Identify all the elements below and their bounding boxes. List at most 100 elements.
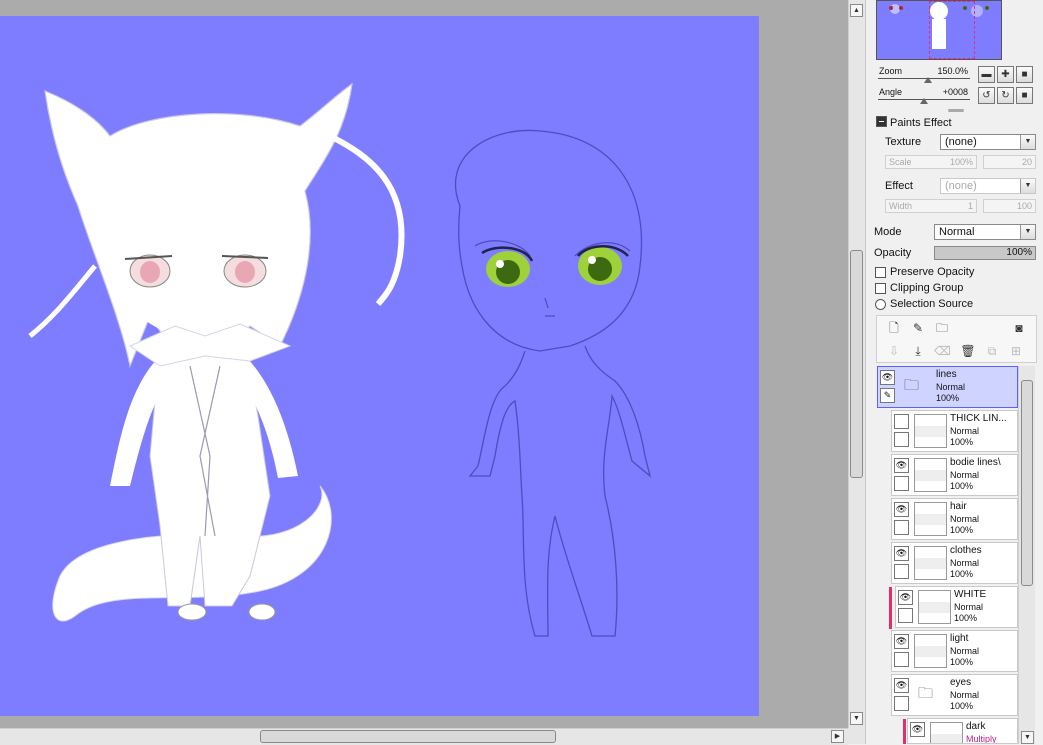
layer-thumbnail xyxy=(918,590,951,624)
lock-toggle[interactable] xyxy=(894,564,909,579)
width-field: Width 1 xyxy=(885,199,977,213)
texture-select-value: (none) xyxy=(945,136,977,148)
scale-label: Scale xyxy=(889,157,912,167)
zoom-slider-knob[interactable] xyxy=(924,77,932,83)
layer-opacity: 100% xyxy=(954,613,978,623)
folder-icon: 🗀 xyxy=(918,685,934,702)
layer-mode: Normal xyxy=(954,602,984,612)
layer-thumbnail xyxy=(914,634,947,668)
pen-edit-icon[interactable]: ✎ xyxy=(880,388,895,403)
canvas-workspace[interactable] xyxy=(0,0,848,728)
panel-grip[interactable] xyxy=(948,109,964,112)
layer-list-scrollbar[interactable]: ▼ xyxy=(1018,366,1035,744)
horizontal-scroll-thumb[interactable] xyxy=(260,730,556,743)
delete-layer-icon[interactable]: 🗑 xyxy=(960,343,976,359)
lock-toggle[interactable] xyxy=(894,520,909,535)
scroll-up-arrow-icon[interactable]: ▲ xyxy=(850,4,863,17)
new-layer-icon[interactable]: 🗋 xyxy=(886,320,902,336)
canvas-vertical-scrollbar[interactable]: ▲ ▼ xyxy=(848,0,865,728)
clipping-group-checkbox[interactable] xyxy=(875,283,886,294)
paints-effect-header[interactable]: Paints Effect xyxy=(876,116,952,129)
rotate-right-icon[interactable]: ↻ xyxy=(997,87,1014,104)
eye-icon[interactable]: 👁 xyxy=(894,678,909,693)
merge-down-icon[interactable]: ⤓ xyxy=(910,343,926,359)
layer-name: dark xyxy=(966,721,986,732)
vertical-scroll-thumb[interactable] xyxy=(850,250,863,478)
scroll-down-arrow-icon[interactable]: ▼ xyxy=(1021,731,1034,744)
effect-select-value: (none) xyxy=(945,180,977,192)
rotate-left-icon[interactable]: ↺ xyxy=(978,87,995,104)
layer-item-clothes[interactable]: 👁 clothes Normal 100% xyxy=(891,542,1018,584)
opacity-label: Opacity xyxy=(874,247,912,259)
eye-icon[interactable]: 👁 xyxy=(898,590,913,605)
scale-amount-field: 20 xyxy=(983,155,1036,169)
drawing-canvas[interactable] xyxy=(0,16,759,716)
layer-item-light[interactable]: 👁 light Normal 100% xyxy=(891,630,1018,672)
opacity-slider[interactable]: 100% xyxy=(934,246,1036,260)
eye-icon[interactable]: 👁 xyxy=(894,502,909,517)
collapse-icon[interactable] xyxy=(876,116,887,127)
preserve-opacity-checkbox[interactable] xyxy=(875,267,886,278)
canvas-horizontal-scrollbar[interactable]: ▶ xyxy=(0,728,848,745)
layer-mask-icon[interactable]: ◙ xyxy=(1011,320,1027,336)
lock-toggle[interactable] xyxy=(894,476,909,491)
visibility-toggle[interactable] xyxy=(894,414,909,429)
layer-opacity: 100% xyxy=(950,701,974,711)
new-folder-icon[interactable]: 🗀 xyxy=(934,320,950,336)
lock-toggle[interactable] xyxy=(894,652,909,667)
eye-icon[interactable]: 👁 xyxy=(910,722,925,737)
rotate-reset-icon[interactable]: ■ xyxy=(1016,87,1033,104)
layer-name: clothes xyxy=(950,545,982,556)
layer-mode: Normal xyxy=(950,558,980,568)
angle-value: +0008 xyxy=(942,87,968,97)
layer-thumbnail xyxy=(914,458,947,492)
chevron-down-icon: ▼ xyxy=(1020,135,1035,149)
layer-mode: Normal xyxy=(936,382,966,392)
lock-toggle[interactable] xyxy=(898,608,913,623)
preserve-opacity-label: Preserve Opacity xyxy=(890,266,975,278)
layer-item-dark[interactable]: 👁 dark Multiply xyxy=(907,718,1018,744)
navigator-preview[interactable] xyxy=(876,0,1002,60)
selection-source-label: Selection Source xyxy=(890,298,974,310)
layer-thumbnail xyxy=(914,414,947,448)
scroll-right-arrow-icon[interactable]: ▶ xyxy=(831,730,844,743)
merge-visible-icon: ⧉ xyxy=(987,344,997,358)
eye-icon[interactable]: 👁 xyxy=(894,634,909,649)
selection-source-radio[interactable] xyxy=(875,299,886,310)
layer-name: eyes xyxy=(950,677,972,688)
zoom-reset-icon[interactable]: ■ xyxy=(1016,66,1033,83)
layer-opacity: 100% xyxy=(950,525,974,535)
layer-item-hair[interactable]: 👁 hair Normal 100% xyxy=(891,498,1018,540)
eye-icon[interactable]: 👁 xyxy=(894,546,909,561)
layer-thumbnail xyxy=(914,502,947,536)
layer-item-bodie-lines[interactable]: 👁 bodie lines\ Normal 100% xyxy=(891,454,1018,496)
blend-mode-select[interactable]: Normal ▼ xyxy=(934,224,1036,240)
layer-scroll-thumb[interactable] xyxy=(1021,380,1033,586)
width-value: 1 xyxy=(967,201,973,211)
layer-item-white[interactable]: 👁 WHITE Normal 100% xyxy=(895,586,1018,628)
transfer-down-icon: ⇩ xyxy=(888,344,900,358)
layer-name: THICK LIN... xyxy=(950,413,1007,424)
scale-value: 100% xyxy=(949,157,973,167)
layer-item-eyes[interactable]: 👁 🗀 eyes Normal 100% xyxy=(891,674,1018,716)
lock-toggle[interactable] xyxy=(894,432,909,447)
scale-amount: 20 xyxy=(1021,157,1032,167)
artwork xyxy=(28,82,652,637)
width-label: Width xyxy=(889,201,913,211)
layer-item-lines[interactable]: 👁 ✎ 🗀 lines Normal 100% xyxy=(877,366,1018,408)
angle-slider-knob[interactable] xyxy=(920,98,928,104)
zoom-out-icon[interactable]: ▬ xyxy=(978,66,995,83)
texture-select[interactable]: (none) ▼ xyxy=(940,134,1036,150)
green-eyes xyxy=(481,245,629,287)
zoom-in-icon[interactable]: ✚ xyxy=(997,66,1014,83)
eye-icon[interactable]: 👁 xyxy=(880,370,895,385)
scrollbar-corner xyxy=(848,728,865,744)
layer-name: bodie lines\ xyxy=(950,457,1001,468)
lock-toggle[interactable] xyxy=(894,696,909,711)
layer-thumbnail xyxy=(930,722,963,743)
scroll-down-arrow-icon[interactable]: ▼ xyxy=(850,712,863,725)
eye-icon[interactable]: 👁 xyxy=(894,458,909,473)
new-linework-layer-icon[interactable]: ✎ xyxy=(910,320,926,336)
layer-item-thick-lines[interactable]: THICK LIN... Normal 100% xyxy=(891,410,1018,452)
navigator-view-rect[interactable] xyxy=(929,1,975,59)
